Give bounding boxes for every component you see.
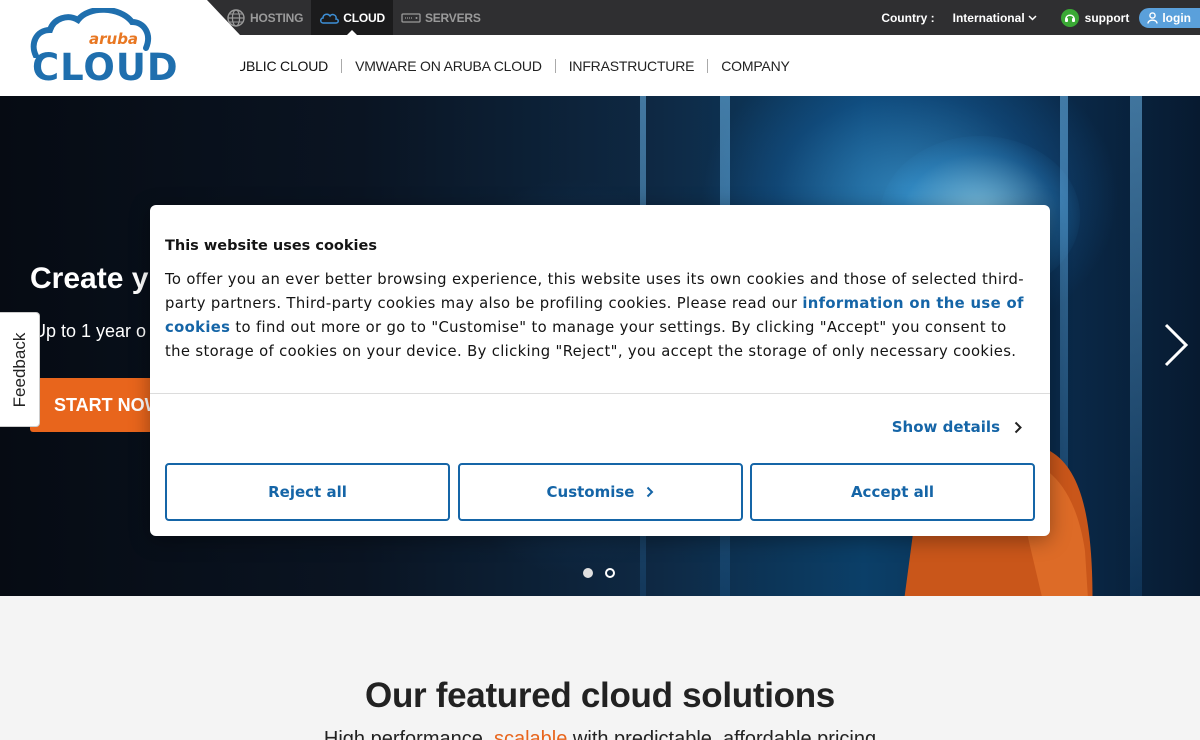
cookie-title: This website uses cookies [165, 238, 377, 254]
carousel-dot-2[interactable] [605, 568, 615, 578]
support-label: support [1084, 10, 1130, 25]
chevron-right-icon[interactable] [1162, 321, 1190, 369]
accept-all-label: Accept all [850, 483, 935, 501]
headset-icon [1060, 8, 1079, 27]
support-link[interactable]: support [1060, 8, 1130, 27]
reject-all-label: Reject all [268, 483, 347, 501]
nav-vmware[interactable]: VMWARE ON ARUBA CLOUD [355, 58, 542, 74]
cookie-body-text-2: to find out more or go to "Customise" to… [165, 319, 1017, 360]
accept-all-button[interactable]: Accept all [750, 463, 1035, 521]
chevron-right-icon [1014, 421, 1022, 433]
top-tabs: HOSTING CLOUD SERVERS [218, 0, 489, 35]
feedback-tab[interactable]: Feedback [0, 312, 40, 427]
user-icon [1147, 11, 1159, 24]
featured-subtitle: High performance, scalable with predicta… [0, 728, 1200, 740]
cookie-dialog: This website uses cookies To offer you a… [150, 205, 1050, 536]
nav-public-cloud[interactable]: PUBLIC CLOUD [227, 58, 328, 74]
country-label: Country : [881, 10, 935, 25]
tab-hosting-label: HOSTING [250, 10, 304, 25]
featured-subtitle-prefix: High performance, [323, 728, 494, 740]
cloud-icon [320, 13, 340, 24]
nav-divider [707, 58, 709, 73]
server-icon [401, 12, 421, 23]
nav-company[interactable]: COMPANY [721, 58, 790, 74]
customise-label: Customise [546, 483, 635, 501]
logo-cloud-text: CLOUD [32, 46, 179, 89]
country-value: International [952, 10, 1025, 25]
nav-divider [554, 58, 556, 73]
tab-servers[interactable]: SERVERS [393, 0, 489, 35]
tab-servers-label: SERVERS [424, 10, 481, 25]
login-button[interactable]: login [1139, 7, 1200, 28]
login-label: login [1162, 10, 1191, 25]
featured-subtitle-accent: scalable [493, 728, 568, 740]
chevron-right-icon [647, 486, 654, 498]
show-details-link[interactable]: Show details [892, 418, 1022, 436]
tab-cloud-label: CLOUD [343, 10, 385, 25]
logo[interactable]: aruba CLOUD [0, 0, 240, 96]
customise-button[interactable]: Customise [458, 463, 743, 521]
show-details-label: Show details [891, 418, 1000, 436]
hero-subtitle: Up to 1 year o [33, 321, 147, 341]
nav-infrastructure[interactable]: INFRASTRUCTURE [569, 58, 695, 74]
country-select[interactable]: International [953, 11, 1037, 25]
featured-subtitle-suffix: with predictable, affordable pricing [567, 728, 877, 740]
feedback-label: Feedback [9, 332, 29, 407]
cookie-divider [150, 393, 1050, 394]
cookie-body: To offer you an ever better browsing exp… [165, 268, 1035, 364]
hero-title: Create y [30, 262, 149, 295]
carousel-dots [583, 568, 615, 578]
top-right-bar: Country : International support login [881, 0, 1200, 35]
reject-all-button[interactable]: Reject all [165, 463, 450, 521]
chevron-down-icon [1028, 14, 1037, 21]
tab-cloud[interactable]: CLOUD [311, 0, 393, 35]
nav-divider [341, 58, 343, 73]
carousel-dot-1[interactable] [583, 568, 593, 578]
featured-title: Our featured cloud solutions [365, 676, 835, 715]
